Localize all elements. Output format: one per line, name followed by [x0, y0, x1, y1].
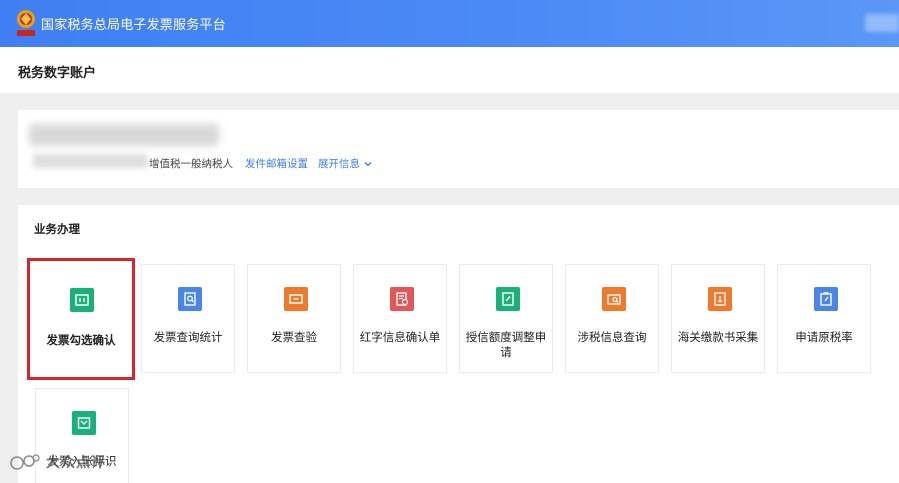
page-title: 税务数字账户 — [18, 66, 97, 81]
ticket-icon — [70, 288, 94, 312]
expand-info-label: 展开信息 — [318, 158, 360, 170]
tile-apply-original-tax-rate[interactable]: 申请原税率 — [777, 264, 871, 373]
tile-label: 红字信息确认单 — [359, 330, 441, 344]
doc-check-icon — [390, 287, 414, 311]
business-card: 业务办理 发票勾选确认 发票查询统计 发票查验 红字信息确认单 授信额度调整申请 — [18, 205, 899, 483]
anchor-doc-icon — [708, 287, 732, 311]
tile-label: 海关缴款书采集 — [677, 330, 759, 344]
tray-icon — [72, 411, 96, 435]
taxpayer-type: 增值税一般纳税人 — [149, 158, 233, 170]
ticket-icon — [284, 287, 308, 311]
chevron-down-icon — [364, 161, 372, 166]
email-settings-link[interactable]: 发件邮箱设置 — [245, 156, 308, 171]
sub-header: 税务数字账户 — [0, 47, 899, 93]
tile-label: 发票勾选确认 — [46, 333, 116, 347]
tile-red-letter-confirm[interactable]: 红字信息确认单 — [353, 264, 447, 373]
account-card: 增值税一般纳税人 发件邮箱设置 展开信息 — [18, 110, 899, 188]
tile-label: 发票查验 — [271, 330, 317, 344]
watermark-logo-icon — [10, 454, 40, 470]
taxpayer-name-redacted — [29, 124, 219, 146]
watermark: 大众点评 — [8, 452, 106, 472]
taxpayer-id-redacted — [33, 154, 148, 168]
tile-credit-adjust-apply[interactable]: 授信额度调整申请 — [459, 264, 553, 373]
tile-label: 申请原税率 — [795, 330, 853, 344]
clipboard-icon — [814, 287, 838, 311]
top-bar: 国家税务总局电子发票服务平台 — [0, 0, 899, 47]
tile-customs-payment-collect[interactable]: 海关缴款书采集 — [671, 264, 765, 373]
watermark-text: 大众点评 — [46, 455, 106, 471]
user-menu[interactable] — [865, 14, 899, 32]
search-doc-icon — [178, 287, 202, 311]
folder-search-icon — [602, 287, 626, 311]
tax-emblem-icon — [17, 10, 35, 36]
expand-info-link[interactable]: 展开信息 — [318, 156, 373, 171]
tile-label: 授信额度调整申请 — [465, 330, 547, 359]
app-title: 国家税务总局电子发票服务平台 — [41, 18, 226, 33]
tile-label: 发票查询统计 — [153, 330, 223, 344]
tile-label: 涉税信息查询 — [577, 330, 647, 344]
tile-invoice-verification[interactable]: 发票查验 — [247, 264, 341, 373]
edit-doc-icon — [496, 287, 520, 311]
section-title: 业务办理 — [34, 222, 80, 236]
tile-tax-info-query[interactable]: 涉税信息查询 — [565, 264, 659, 373]
tile-invoice-selection-confirm[interactable]: 发票勾选确认 — [27, 258, 135, 380]
tile-invoice-query-stats[interactable]: 发票查询统计 — [141, 264, 235, 373]
